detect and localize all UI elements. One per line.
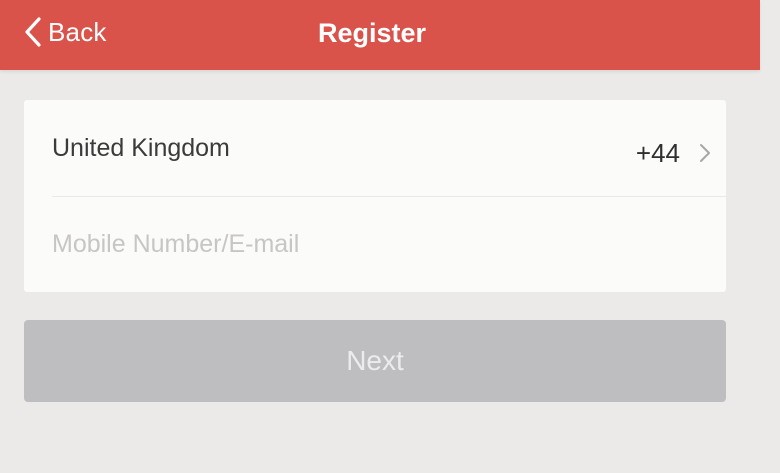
chevron-left-icon xyxy=(20,15,46,49)
registration-form: United Kingdom +44 xyxy=(24,100,726,292)
mobile-email-input[interactable] xyxy=(48,220,696,268)
back-button[interactable]: Back xyxy=(20,12,107,52)
country-selector[interactable]: United Kingdom +44 xyxy=(24,100,726,196)
divider xyxy=(52,196,726,197)
next-button[interactable]: Next xyxy=(24,320,726,402)
nav-bar: Back Register xyxy=(0,0,760,70)
country-name: United Kingdom xyxy=(52,134,230,162)
chevron-right-icon xyxy=(698,142,712,164)
country-code: +44 xyxy=(635,138,680,168)
back-label: Back xyxy=(48,16,107,47)
page-title: Register xyxy=(318,18,427,48)
